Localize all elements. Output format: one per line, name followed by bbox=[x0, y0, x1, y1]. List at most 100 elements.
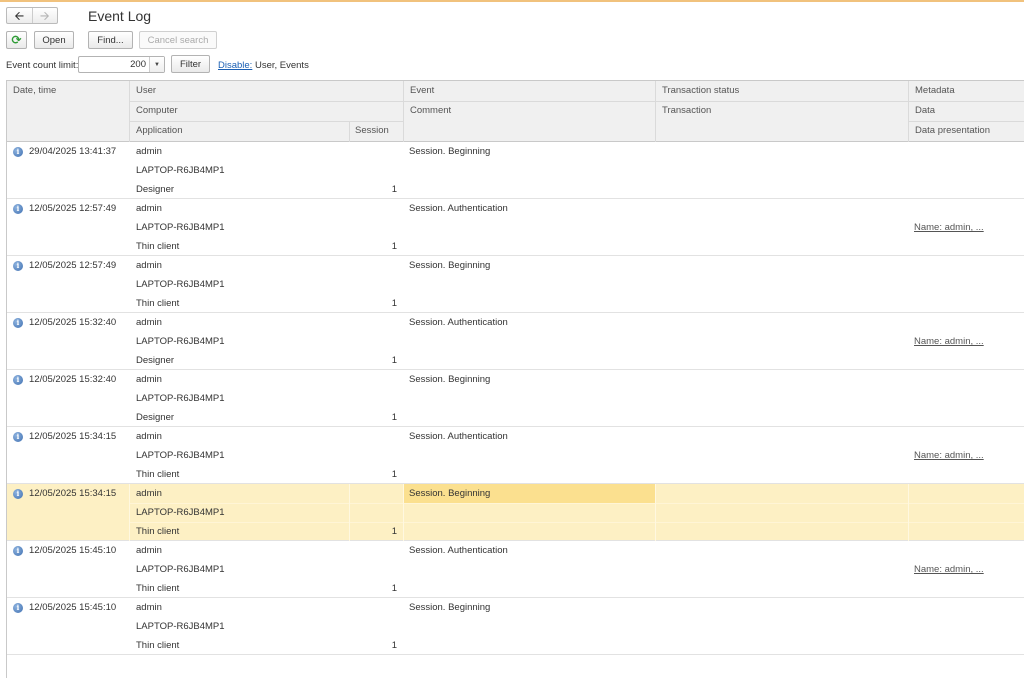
header-divider bbox=[403, 81, 404, 142]
forward-button[interactable]: 🡪 bbox=[33, 8, 58, 23]
cell-datetime: 29/04/2025 13:41:37 bbox=[29, 146, 117, 157]
column-header-session[interactable]: Session bbox=[349, 121, 389, 141]
column-header-computer[interactable]: Computer bbox=[130, 101, 178, 121]
column-header-event[interactable]: Event bbox=[404, 81, 434, 101]
cell-application: Thin client bbox=[136, 241, 180, 252]
cell-divider bbox=[349, 484, 350, 541]
table-row[interactable]: i 12/05/2025 15:45:10 admin LAPTOP-R6JB4MP1… bbox=[7, 541, 1024, 598]
cell-divider bbox=[403, 484, 404, 541]
row-divider bbox=[130, 522, 1024, 523]
cell-session: 1 bbox=[391, 412, 397, 423]
cell-divider bbox=[908, 484, 909, 541]
cell-application: Designer bbox=[136, 412, 175, 423]
cell-event: Session. Authentication bbox=[409, 431, 508, 442]
cell-data-link[interactable]: Name: admin, ... bbox=[914, 560, 984, 579]
cell-event: Session. Authentication bbox=[409, 545, 508, 556]
column-header-data[interactable]: Data bbox=[909, 101, 935, 121]
table-row[interactable]: i 12/05/2025 15:32:40 admin LAPTOP-R6JB4MP1… bbox=[7, 370, 1024, 427]
cell-session: 1 bbox=[391, 583, 397, 594]
cell-computer: LAPTOP-R6JB4MP1 bbox=[136, 279, 225, 290]
chevron-down-icon[interactable]: ▼ bbox=[149, 57, 164, 72]
cell-datetime: 12/05/2025 12:57:49 bbox=[29, 203, 117, 214]
column-header-user[interactable]: User bbox=[130, 81, 156, 101]
column-header-transaction-status[interactable]: Transaction status bbox=[656, 81, 739, 101]
cell-session: 1 bbox=[391, 526, 397, 537]
table-header: Date, time User Computer Application Ses… bbox=[7, 81, 1024, 142]
cell-user: admin bbox=[136, 374, 162, 385]
table-row[interactable]: i 29/04/2025 13:41:37 admin LAPTOP-R6JB4MP1… bbox=[7, 142, 1024, 199]
header-divider bbox=[130, 101, 1024, 102]
cell-data-link[interactable]: Name: admin, ... bbox=[914, 332, 984, 351]
open-button[interactable]: Open bbox=[34, 31, 74, 49]
cell-computer: LAPTOP-R6JB4MP1 bbox=[136, 507, 225, 518]
cell-user: admin bbox=[136, 260, 162, 271]
info-icon: i bbox=[13, 546, 23, 556]
cell-datetime: 12/05/2025 15:34:15 bbox=[29, 488, 117, 499]
cell-user: admin bbox=[136, 431, 162, 442]
cell-application: Thin client bbox=[136, 469, 180, 480]
cell-user: admin bbox=[136, 602, 162, 613]
disable-filter-link[interactable]: Disable: bbox=[218, 60, 252, 71]
header-divider bbox=[909, 121, 1024, 122]
cell-computer: LAPTOP-R6JB4MP1 bbox=[136, 450, 225, 461]
cell-data-link[interactable]: Name: admin, ... bbox=[914, 446, 984, 465]
info-icon: i bbox=[13, 375, 23, 385]
page-title: Event Log bbox=[88, 8, 152, 24]
cell-event: Session. Beginning bbox=[409, 146, 491, 157]
refresh-icon: ⟳ bbox=[11, 33, 22, 47]
cell-computer: LAPTOP-R6JB4MP1 bbox=[136, 621, 225, 632]
cell-session: 1 bbox=[391, 241, 397, 252]
header-divider bbox=[129, 81, 130, 142]
cell-event: Session. Beginning bbox=[409, 602, 491, 613]
cell-datetime: 12/05/2025 15:32:40 bbox=[29, 374, 117, 385]
table-row[interactable]: i 12/05/2025 15:34:15 admin LAPTOP-R6JB4MP1… bbox=[7, 427, 1024, 484]
cell-event: Session. Authentication bbox=[409, 317, 508, 328]
table-row[interactable]: i 12/05/2025 15:45:10 admin LAPTOP-R6JB4MP1… bbox=[7, 598, 1024, 655]
cell-session: 1 bbox=[391, 640, 397, 651]
info-icon: i bbox=[13, 147, 23, 157]
filter-button[interactable]: Filter bbox=[171, 55, 210, 73]
cell-computer: LAPTOP-R6JB4MP1 bbox=[136, 564, 225, 575]
event-count-limit-field[interactable]: 200 ▼ bbox=[78, 56, 165, 73]
refresh-button[interactable]: ⟳ bbox=[6, 31, 27, 49]
info-icon: i bbox=[13, 204, 23, 214]
table-row[interactable]: i 12/05/2025 12:57:49 admin LAPTOP-R6JB4MP1… bbox=[7, 199, 1024, 256]
cell-application: Designer bbox=[136, 184, 175, 195]
column-header-comment[interactable]: Comment bbox=[404, 101, 451, 121]
table-row[interactable]: i 12/05/2025 12:57:49 admin LAPTOP-R6JB4MP1… bbox=[7, 256, 1024, 313]
cell-session: 1 bbox=[391, 184, 397, 195]
event-count-limit-value: 200 bbox=[130, 59, 146, 70]
cell-datetime: 12/05/2025 15:32:40 bbox=[29, 317, 117, 328]
cell-event: Session. Beginning bbox=[409, 374, 491, 385]
cell-user: admin bbox=[136, 488, 162, 499]
navigation-buttons: 🡨 🡪 bbox=[6, 7, 58, 24]
filter-summary: User, Events bbox=[254, 60, 309, 71]
back-button[interactable]: 🡨 bbox=[7, 8, 33, 23]
cell-datetime: 12/05/2025 15:34:15 bbox=[29, 431, 117, 442]
column-header-application[interactable]: Application bbox=[130, 121, 182, 141]
find-button[interactable]: Find... bbox=[88, 31, 133, 49]
cell-user: admin bbox=[136, 545, 162, 556]
column-header-metadata[interactable]: Metadata bbox=[909, 81, 955, 101]
cell-computer: LAPTOP-R6JB4MP1 bbox=[136, 393, 225, 404]
table-row[interactable]: i 12/05/2025 15:34:15 admin LAPTOP-R6JB4MP1… bbox=[7, 484, 1024, 541]
header-divider bbox=[349, 121, 350, 142]
cell-event: Session. Beginning bbox=[409, 260, 491, 271]
info-icon: i bbox=[13, 489, 23, 499]
column-header-date-time[interactable]: Date, time bbox=[7, 81, 56, 101]
column-header-data-presentation[interactable]: Data presentation bbox=[909, 121, 990, 141]
cell-datetime: 12/05/2025 15:45:10 bbox=[29, 545, 117, 556]
table-row[interactable]: i 12/05/2025 15:32:40 admin LAPTOP-R6JB4MP1… bbox=[7, 313, 1024, 370]
cell-data-link[interactable]: Name: admin, ... bbox=[914, 218, 984, 237]
info-icon: i bbox=[13, 603, 23, 613]
cell-divider bbox=[655, 484, 656, 541]
column-header-transaction[interactable]: Transaction bbox=[656, 101, 711, 121]
cell-datetime: 12/05/2025 12:57:49 bbox=[29, 260, 117, 271]
info-icon: i bbox=[13, 318, 23, 328]
cancel-search-button[interactable]: Cancel search bbox=[139, 31, 217, 49]
arrow-left-icon: 🡨 bbox=[14, 8, 25, 23]
event-log-table: Date, time User Computer Application Ses… bbox=[6, 80, 1024, 678]
cell-application: Thin client bbox=[136, 526, 180, 537]
cell-datetime: 12/05/2025 15:45:10 bbox=[29, 602, 117, 613]
arrow-right-icon: 🡪 bbox=[39, 8, 50, 23]
